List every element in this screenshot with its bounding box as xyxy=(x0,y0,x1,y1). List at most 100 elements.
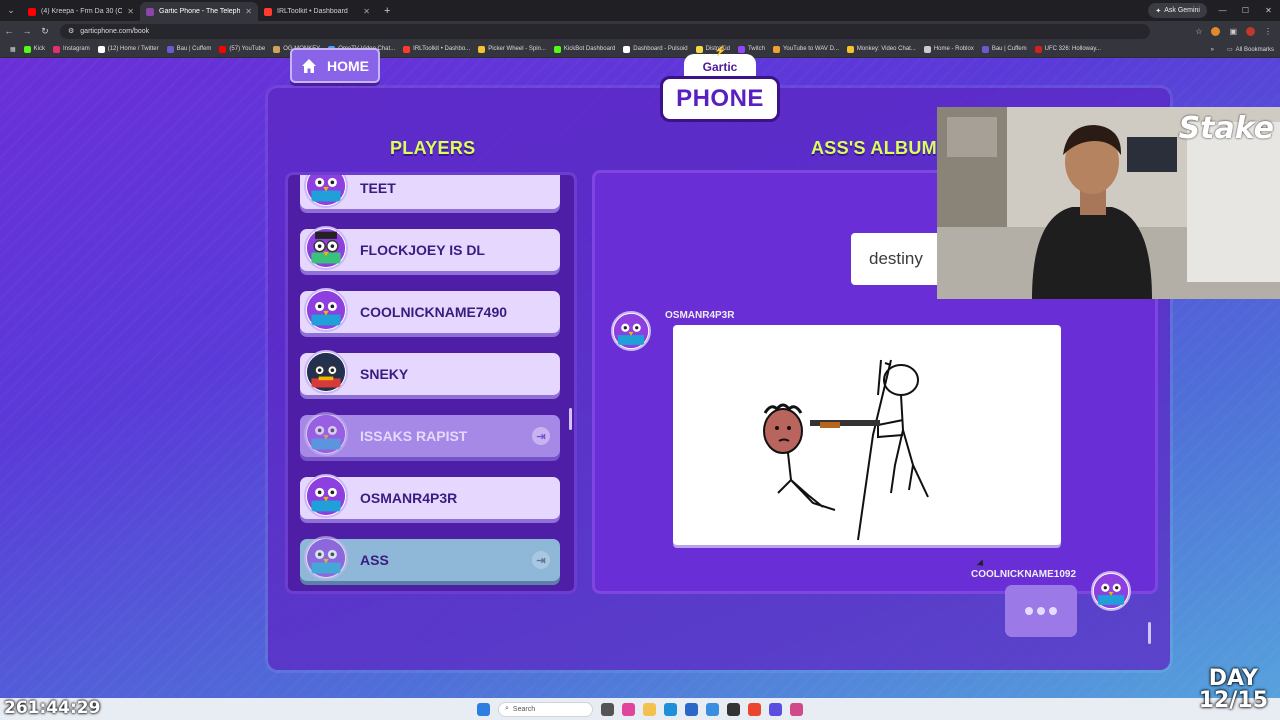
stake-sign: Stake xyxy=(1178,111,1274,146)
avatar xyxy=(304,536,348,580)
bookmark-star-icon[interactable]: ☆ xyxy=(1195,27,1202,36)
bookmark-item[interactable]: KickBot Dashboard xyxy=(550,45,619,53)
back-icon[interactable]: ← xyxy=(0,26,18,36)
bookmark-label: Bau | Cuffem xyxy=(176,46,212,52)
app-icon[interactable] xyxy=(706,702,719,716)
players-scrollbar[interactable] xyxy=(569,408,572,430)
bookmark-label: UFC 326: Holloway... xyxy=(1044,46,1101,52)
typing-indicator xyxy=(1005,585,1077,637)
player-item-flockjoey[interactable]: FLOCKJOEY IS DL xyxy=(300,226,560,271)
tab-title: (4) Kreepa - Frm Da 30 (Official xyxy=(41,8,123,15)
next-author-avatar xyxy=(1091,571,1131,611)
app-icon[interactable] xyxy=(727,702,740,716)
ask-gemini-button[interactable]: ✦ Ask Gemini xyxy=(1148,3,1207,18)
task-view-icon[interactable] xyxy=(601,702,614,716)
player-name: ISSAKS RAPIST xyxy=(360,428,468,444)
bookmark-item[interactable]: UFC 326: Holloway... xyxy=(1031,45,1105,53)
bookmark-label: YouTube to WAV D... xyxy=(782,46,839,52)
app-icon[interactable] xyxy=(685,702,698,716)
windows-start-icon[interactable] xyxy=(477,702,490,716)
bookmark-item[interactable]: IRLToolkit • Dashbo... xyxy=(399,45,474,53)
extension-icon[interactable] xyxy=(1211,26,1221,36)
logo-top-text: Gartic xyxy=(702,60,738,74)
tab-title: IRLToolkit • Dashboard xyxy=(277,8,348,15)
bookmark-item[interactable]: Instagram xyxy=(49,45,94,53)
bookmark-item[interactable]: Monkey: Video Chat... xyxy=(843,45,920,53)
url-text: garticphone.com/book xyxy=(80,27,150,35)
player-item-sneky[interactable]: SNEKY xyxy=(300,350,560,395)
x-twitter-icon xyxy=(97,45,105,53)
players-heading: PLAYERS xyxy=(390,138,476,158)
app-icon[interactable] xyxy=(790,702,803,716)
avatar xyxy=(304,288,348,332)
all-bookmarks-label: All Bookmarks xyxy=(1235,46,1274,53)
site-info-icon[interactable]: ⚙ xyxy=(68,27,74,35)
folder-icon: ▭ xyxy=(1226,47,1233,53)
tab-youtube[interactable]: (4) Kreepa - Frm Da 30 (Official ✕ xyxy=(22,2,140,21)
player-item-osmanr4p3r[interactable]: OSMANR4P3R xyxy=(300,474,560,519)
new-tab-button[interactable]: + xyxy=(376,5,398,17)
toolbar-right: ☆ ▣ ⋮ xyxy=(1195,21,1272,41)
home-button[interactable]: HOME xyxy=(290,48,380,83)
roblox-icon xyxy=(923,45,931,53)
tab-title: Gartic Phone - The Telephone G xyxy=(159,8,241,15)
close-tab-icon[interactable]: ✕ xyxy=(127,7,134,16)
bookmark-label: IRLToolkit • Dashbo... xyxy=(413,46,471,52)
bookmark-item[interactable]: Kick xyxy=(20,45,49,53)
day-label: DAY xyxy=(1208,666,1258,691)
bookmark-item[interactable]: Picker Wheel - Spin... xyxy=(474,45,550,53)
close-tab-icon[interactable]: ✕ xyxy=(245,7,252,16)
avatar xyxy=(304,226,348,270)
sparkle-icon: ✦ xyxy=(1155,7,1162,15)
player-name: ASS xyxy=(360,552,389,568)
player-item-coolnickname7490[interactable]: COOLNICKNAME7490 xyxy=(300,288,560,333)
bookmark-item[interactable]: Bau | Cuffem xyxy=(978,45,1031,53)
menu-kebab-icon[interactable]: ⋮ xyxy=(1264,27,1272,36)
close-window-icon[interactable]: ✕ xyxy=(1257,0,1280,21)
monkey-chat-icon xyxy=(846,45,854,53)
tab-irltoolkit[interactable]: IRLToolkit • Dashboard ✕ xyxy=(258,2,376,21)
drawing-image xyxy=(763,359,929,541)
player-item-ass[interactable]: ASS ⇥ xyxy=(300,536,560,581)
url-bar[interactable]: ⚙ garticphone.com/book xyxy=(60,23,1150,39)
minimize-icon[interactable]: — xyxy=(1211,0,1234,21)
kickbot-icon xyxy=(553,45,561,53)
logo-bottom-text: PHONE xyxy=(676,85,764,112)
bookmark-item[interactable]: (12) Home / Twitter xyxy=(94,45,163,53)
chrome-icon[interactable] xyxy=(748,702,761,716)
tab-gartic-phone[interactable]: Gartic Phone - The Telephone G ✕ xyxy=(140,2,258,21)
all-bookmarks-button[interactable]: » ▭ All Bookmarks xyxy=(1202,41,1274,57)
pulsoid-icon xyxy=(623,45,631,53)
home-icon xyxy=(302,58,316,73)
player-item-issaks[interactable]: ISSAKS RAPIST ⇥ xyxy=(300,412,560,457)
bookmark-item[interactable]: (57) YouTube xyxy=(215,45,269,53)
profile-avatar[interactable] xyxy=(1246,26,1255,36)
windows-taskbar: ⌕ Search xyxy=(0,698,1280,720)
apps-grid-icon[interactable]: ▦ xyxy=(6,46,20,53)
album-scrollbar[interactable] xyxy=(1148,622,1151,644)
tab-search-chevron-icon[interactable]: ⌄ xyxy=(0,0,22,21)
edge-icon[interactable] xyxy=(664,702,677,716)
gartic-icon xyxy=(146,7,154,16)
file-explorer-icon[interactable] xyxy=(643,702,656,716)
player-item-teet[interactable]: TEET xyxy=(300,175,560,209)
bookmark-item[interactable]: Home - Roblox xyxy=(920,45,978,53)
player-name: TEET xyxy=(360,180,396,196)
bookmark-item[interactable]: Bau | Cuffem xyxy=(163,45,216,53)
ufc-icon xyxy=(1034,45,1042,53)
day-value: 12/15 xyxy=(1198,688,1268,713)
app-icon[interactable] xyxy=(622,702,635,716)
avatar xyxy=(304,350,348,394)
taskbar-search[interactable]: ⌕ Search xyxy=(498,701,593,717)
forward-icon[interactable]: → xyxy=(18,26,36,36)
reload-icon[interactable]: ↻ xyxy=(36,26,54,37)
bookmark-label: Picker Wheel - Spin... xyxy=(488,46,546,52)
maximize-icon[interactable]: ☐ xyxy=(1234,0,1257,21)
extensions-puzzle-icon[interactable]: ▣ xyxy=(1229,27,1237,36)
players-list[interactable]: TEET FLOCKJOEY IS DL COOLNICKNAME7490 SN… xyxy=(285,172,577,594)
ask-gemini-label: Ask Gemini xyxy=(1164,7,1200,14)
bookmarks-bar: ▦ Kick Instagram (12) Home / Twitter Bau… xyxy=(0,41,1280,58)
app-icon[interactable] xyxy=(769,702,782,716)
album-heading: ASS'S ALBUM xyxy=(811,138,937,158)
close-tab-icon[interactable]: ✕ xyxy=(363,7,370,16)
